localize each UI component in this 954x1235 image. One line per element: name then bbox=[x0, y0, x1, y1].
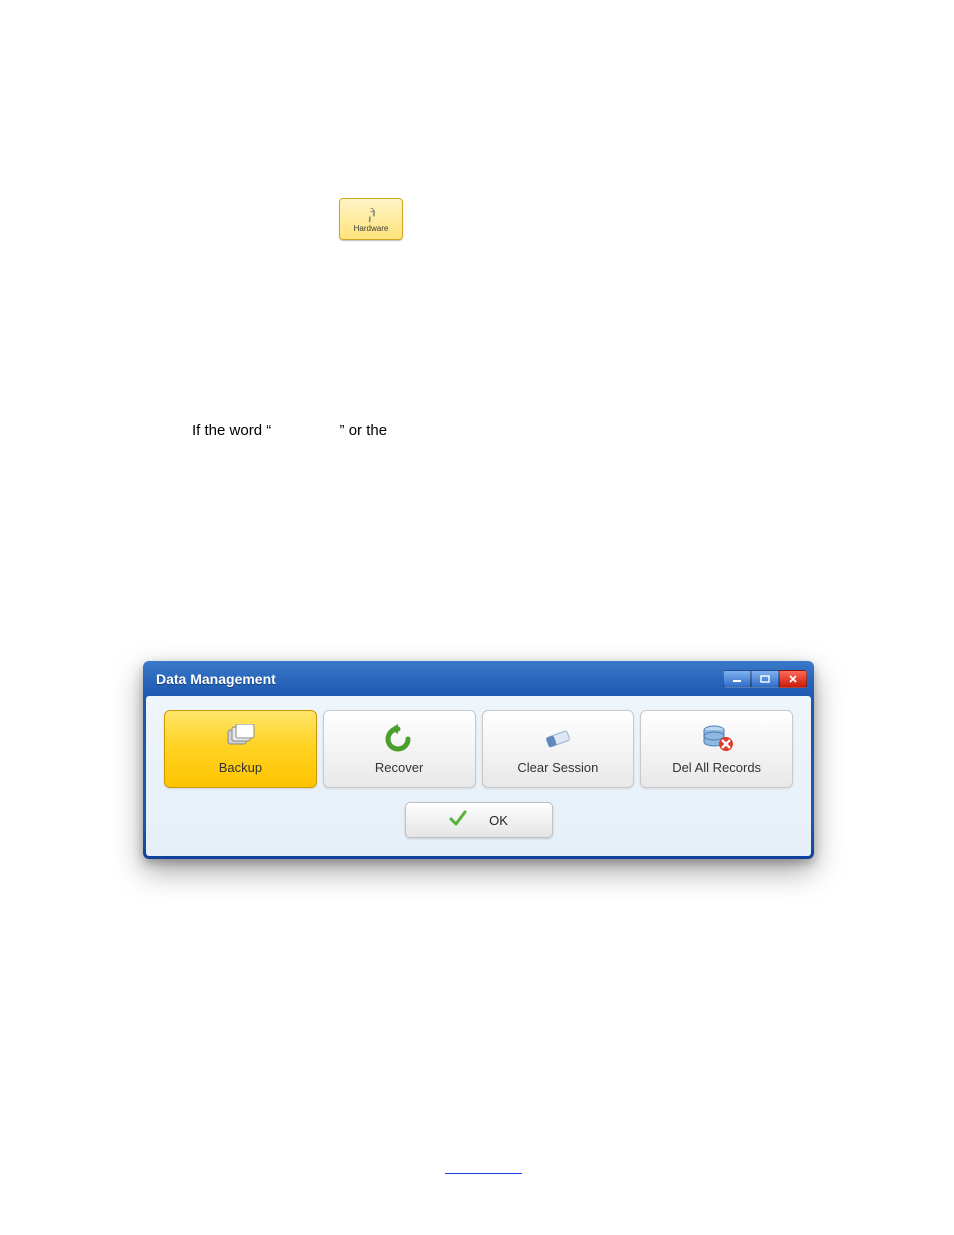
window-title: Data Management bbox=[156, 671, 276, 687]
close-button[interactable] bbox=[779, 670, 807, 688]
backup-icon bbox=[223, 724, 257, 754]
delete-db-icon bbox=[700, 724, 734, 754]
window-controls bbox=[723, 670, 807, 688]
toolbar: Backup Recover bbox=[164, 710, 793, 788]
check-icon bbox=[449, 809, 467, 832]
sentence-text: If the word “ ” or the bbox=[192, 422, 387, 439]
titlebar: Data Management bbox=[146, 664, 811, 696]
ok-button[interactable]: OK bbox=[405, 802, 553, 838]
eraser-icon bbox=[541, 724, 575, 754]
recover-label: Recover bbox=[375, 760, 423, 775]
del-all-records-button[interactable]: Del All Records bbox=[640, 710, 793, 788]
sentence-prefix: If the word “ bbox=[192, 422, 271, 439]
del-all-label: Del All Records bbox=[672, 760, 761, 775]
hardware-button[interactable]: Hardware bbox=[339, 198, 403, 240]
maximize-button[interactable] bbox=[751, 670, 779, 688]
backup-button[interactable]: Backup bbox=[164, 710, 317, 788]
ok-label: OK bbox=[489, 813, 508, 828]
dialog-body: Backup Recover bbox=[146, 696, 811, 856]
recover-button[interactable]: Recover bbox=[323, 710, 476, 788]
ok-row: OK bbox=[164, 802, 793, 838]
clear-session-label: Clear Session bbox=[517, 760, 598, 775]
minimize-button[interactable] bbox=[723, 670, 751, 688]
wrench-icon bbox=[360, 203, 382, 226]
link-underline[interactable] bbox=[445, 1173, 522, 1174]
recover-icon bbox=[382, 724, 416, 754]
sentence-suffix: ” or the bbox=[340, 422, 388, 439]
data-management-window: Data Management bbox=[143, 661, 814, 859]
clear-session-button[interactable]: Clear Session bbox=[482, 710, 635, 788]
backup-label: Backup bbox=[219, 760, 262, 775]
